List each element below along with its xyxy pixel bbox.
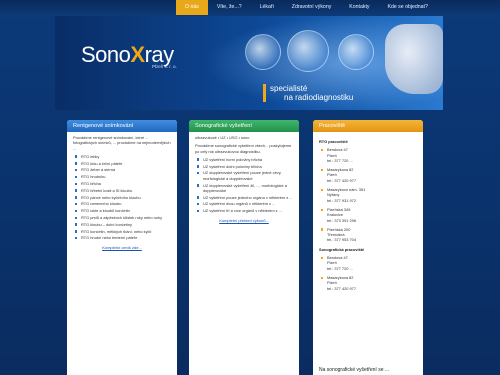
- xray-column: Rentgenové snímkování Provádíme rentgeno…: [67, 120, 177, 375]
- address-item: Masarykova 82 Plzeň tel.: 377 420 977: [319, 167, 417, 183]
- locations-column-title: Pracoviště: [313, 120, 423, 132]
- address-item: Masarykova 82 Plzeň tel.: 377 420 977: [319, 275, 417, 291]
- address-phone: tel.: 373 391 296: [327, 217, 356, 223]
- list-item[interactable]: RTG břicha: [73, 181, 171, 186]
- list-item[interactable]: UZ vyšetření dvou orgánů v některém z ..…: [195, 201, 293, 206]
- nav-item[interactable]: Zdravotní výkony: [283, 0, 341, 15]
- list-item[interactable]: RTG končetin, měkkých tkání, nebo kyčlí: [73, 229, 171, 234]
- list-item[interactable]: RTG krku a krční páteře: [73, 161, 171, 166]
- list-item[interactable]: UZ vyšetření pouze jednoho orgánu v někt…: [195, 195, 293, 200]
- tagline: specialisté na radiodiagnostiku: [263, 84, 353, 102]
- address-phone: tel.: 377 953 704: [327, 237, 356, 243]
- address-phone: tel.: 377 420 977: [327, 177, 356, 183]
- xray-locations: Bendova 47 Plzeň tel.: 377 720 ... Masaryko…: [319, 147, 417, 242]
- sonography-column: Sonografické vyšetření ultrazvukové • UZ…: [189, 120, 299, 375]
- sonography-intro: Provádíme sonografické vyšetření všech..…: [195, 143, 292, 154]
- list-item[interactable]: RTG kloubu – dolní končetiny: [73, 222, 171, 227]
- main-nav: O nás Víte, že...? Lékaři Zdravotní výkony K…: [176, 0, 437, 15]
- address-phone: tel.: 377 720 ...: [327, 265, 353, 271]
- address-item: Masarykovo nám. 351 Nýřany tel.: 377 931 9…: [319, 187, 417, 203]
- list-item[interactable]: RTG pánve nebo kyčelního kloubu: [73, 195, 171, 200]
- list-item[interactable]: UZ vyšetření tří a více orgánů v některé…: [195, 208, 293, 213]
- list-item[interactable]: UZ vyšetření dolní poloviny břicha: [195, 164, 293, 169]
- list-item[interactable]: UZ dopplerovské vyšetření pouze jedné cé…: [195, 170, 293, 181]
- address-item: Bendova 47 Plzeň tel.: 377 720 ...: [319, 255, 417, 271]
- nav-item[interactable]: Lékaři: [251, 0, 283, 15]
- list-item[interactable]: RTG hrudní nebo bederní páteře: [73, 235, 171, 240]
- list-item[interactable]: UZ vyšetření horní poloviny břicha: [195, 157, 293, 162]
- list-item[interactable]: RTG lokte a kloubů končetin: [73, 208, 171, 213]
- nav-item[interactable]: Kde se objednat?: [378, 0, 436, 15]
- list-item[interactable]: RTG ramenního kloubu: [73, 201, 171, 206]
- sonography-list: UZ vyšetření horní poloviny břicha UZ vyš…: [195, 157, 293, 214]
- nav-item[interactable]: Kontakty: [340, 0, 378, 15]
- xray-list: RTG lebky RTG krku a krční páteře RTG žebe…: [73, 154, 171, 241]
- list-item[interactable]: RTG hrudníku: [73, 174, 171, 179]
- hand-image: [385, 24, 443, 94]
- sonography-subtitle: ultrazvukové • UZ • USG • sono: [195, 135, 250, 140]
- xray-image-1: [245, 34, 281, 70]
- xray-locations-heading: RTG pracoviště: [319, 139, 348, 144]
- sono-locations-heading: Sonografická pracoviště: [319, 246, 365, 252]
- header-banner: SonoXray Plzeň s. r. o. specialisté na r…: [55, 16, 443, 110]
- list-item[interactable]: RTG prstů a zápěstních kůstek ruky nebo …: [73, 215, 171, 220]
- address-item: Plzeňská 345 Kralovice tel.: 373 391 296: [319, 207, 417, 223]
- xray-image-2: [287, 30, 329, 72]
- sonography-column-title: Sonografické vyšetření: [189, 120, 299, 132]
- footnote: Na sonografické vyšetření se ...: [319, 367, 390, 373]
- locations-column: Pracoviště RTG pracoviště Bendova 47 Plze…: [313, 120, 423, 375]
- xray-image-3: [338, 34, 374, 70]
- xray-column-title: Rentgenové snímkování: [67, 120, 177, 132]
- address-phone: tel.: 377 420 977: [327, 285, 356, 291]
- address-phone: tel.: 377 931 972: [327, 197, 356, 203]
- address-phone: tel.: 377 720 ...: [327, 157, 353, 163]
- address-item: Plzeňská 200 Třemošná tel.: 377 953 704: [319, 227, 417, 243]
- list-item[interactable]: RTG žeber a sterna: [73, 167, 171, 172]
- list-item[interactable]: RTG lebky: [73, 154, 171, 159]
- xray-more-link[interactable]: Kompletní ceník zde...: [73, 245, 171, 250]
- logo-subtitle: Plzeň s. r. o.: [152, 64, 177, 69]
- sono-locations: Bendova 47 Plzeň tel.: 377 720 ... Masaryko…: [319, 255, 417, 291]
- address-item: Bendova 47 Plzeň tel.: 377 720 ...: [319, 147, 417, 163]
- nav-item[interactable]: O nás: [176, 0, 208, 15]
- list-item[interactable]: UZ dopplerovské vyšetření žil, ..., morf…: [195, 183, 293, 194]
- page: O nás Víte, že...? Lékaři Zdravotní výkony K…: [0, 0, 500, 375]
- nav-item[interactable]: Víte, že...?: [208, 0, 251, 15]
- list-item[interactable]: RTG hřbetní kosti a SI kloubu: [73, 188, 171, 193]
- sonography-more-link[interactable]: Kompletní přehled výkonů...: [195, 218, 293, 223]
- xray-intro: Provádíme rentgenové snímkování, které .…: [73, 135, 171, 151]
